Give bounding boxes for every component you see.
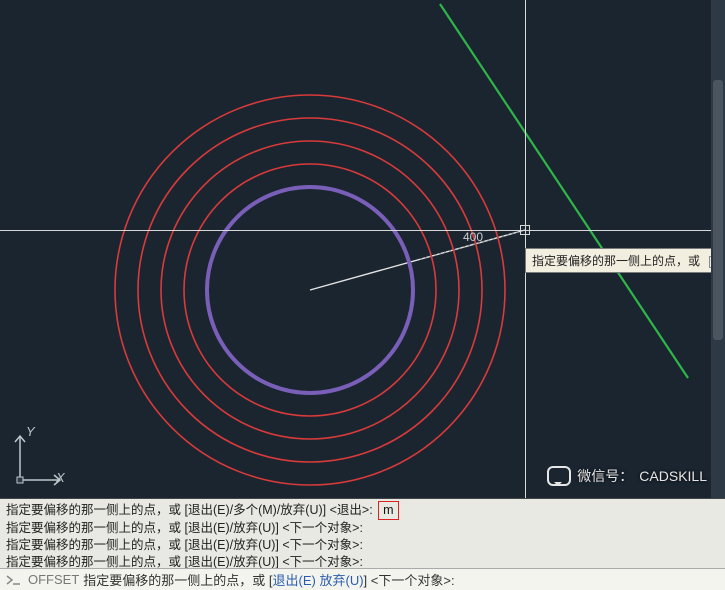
command-line[interactable]: OFFSET 指定要偏移的那一侧上的点，或 [ 退出(E) 放弃(U) ] <下… <box>0 568 725 590</box>
tooltip-text: 指定要偏移的那一侧上的点，或 <box>532 254 700 268</box>
ucs-x-label: X <box>56 470 65 485</box>
history-input-m: m <box>378 501 398 520</box>
watermark-label: 微信号： <box>577 466 633 486</box>
scrollbar-thumb[interactable] <box>713 80 723 340</box>
command-prompt-suffix: ] <下一个对象>: <box>364 570 455 589</box>
command-option-exit[interactable]: 退出(E) <box>273 570 316 589</box>
ucs-y-label: Y <box>26 424 35 439</box>
crosshair-horizontal <box>0 230 725 231</box>
dynamic-input-tooltip: 指定要偏移的那一侧上的点，或 <box>525 248 725 273</box>
history-line: 指定要偏移的那一侧上的点，或 [退出(E)/放弃(U)] <下一个对象>: <box>6 554 719 568</box>
command-history[interactable]: 指定要偏移的那一侧上的点，或 [退出(E)/多个(M)/放弃(U)] <退出>:… <box>0 498 725 568</box>
watermark-value: CADSKILL <box>639 468 707 484</box>
wechat-icon <box>547 466 571 486</box>
command-line-icon <box>6 573 22 587</box>
history-line: 指定要偏移的那一侧上的点，或 [退出(E)/放弃(U)] <下一个对象>: <box>6 520 719 537</box>
pick-box <box>520 225 530 235</box>
offset-distance-readout: 400 <box>463 230 483 244</box>
active-command-name: OFFSET <box>28 572 79 587</box>
watermark: 微信号： CADSKILL <box>547 466 707 486</box>
history-line: 指定要偏移的那一侧上的点，或 [退出(E)/放弃(U)] <下一个对象>: <box>6 537 719 554</box>
history-line: 指定要偏移的那一侧上的点，或 [退出(E)/多个(M)/放弃(U)] <退出>:… <box>6 501 719 520</box>
ucs-icon: Y X <box>12 422 72 492</box>
command-prompt-prefix: 指定要偏移的那一侧上的点，或 [ <box>83 570 272 589</box>
vertical-scrollbar[interactable] <box>711 0 725 498</box>
command-option-undo[interactable]: 放弃(U) <box>319 570 363 589</box>
drawing-canvas[interactable]: 400 指定要偏移的那一侧上的点，或 Y X 微信号： CADSKILL <box>0 0 725 498</box>
